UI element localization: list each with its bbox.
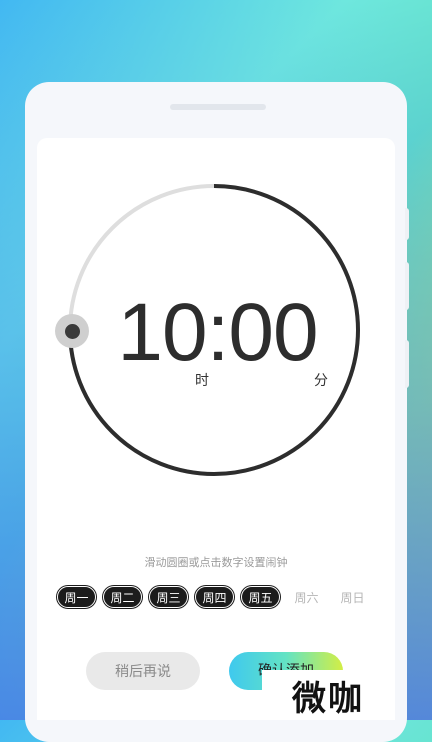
later-button[interactable]: 稍后再说 <box>86 652 200 690</box>
minute-unit-label: 分 <box>314 373 328 389</box>
instruction-text: 滑动圆圈或点击数字设置闹钟 <box>144 556 288 569</box>
minute-digits[interactable]: 00 <box>228 286 318 380</box>
day-toggle-mon[interactable]: 周一 <box>57 586 96 608</box>
time-separator: : <box>206 287 230 378</box>
phone-side-button <box>405 340 409 388</box>
hour-digits[interactable]: 10 <box>117 286 207 380</box>
app-screen <box>37 138 395 720</box>
day-toggle-sun[interactable]: 周日 <box>333 586 372 608</box>
phone-side-button <box>405 262 409 310</box>
phone-side-button <box>405 208 409 240</box>
phone-speaker <box>170 104 266 110</box>
day-toggle-fri[interactable]: 周五 <box>241 586 280 608</box>
watermark-text: 微咖 <box>292 678 364 719</box>
day-toggle-wed[interactable]: 周三 <box>149 586 188 608</box>
watermark-logo: 微咖 <box>262 670 394 720</box>
hour-unit-label: 时 <box>195 373 209 389</box>
phone-camera <box>171 105 176 110</box>
weekday-selector: 周一 周二 周三 周四 周五 周六 周日 <box>57 586 372 608</box>
day-toggle-sat[interactable]: 周六 <box>287 586 326 608</box>
time-display: 10 : 00 <box>105 286 330 380</box>
day-toggle-thu[interactable]: 周四 <box>195 586 234 608</box>
dial-handle-dot <box>64 323 80 339</box>
dial-handle[interactable] <box>55 314 89 348</box>
day-toggle-tue[interactable]: 周二 <box>103 586 142 608</box>
